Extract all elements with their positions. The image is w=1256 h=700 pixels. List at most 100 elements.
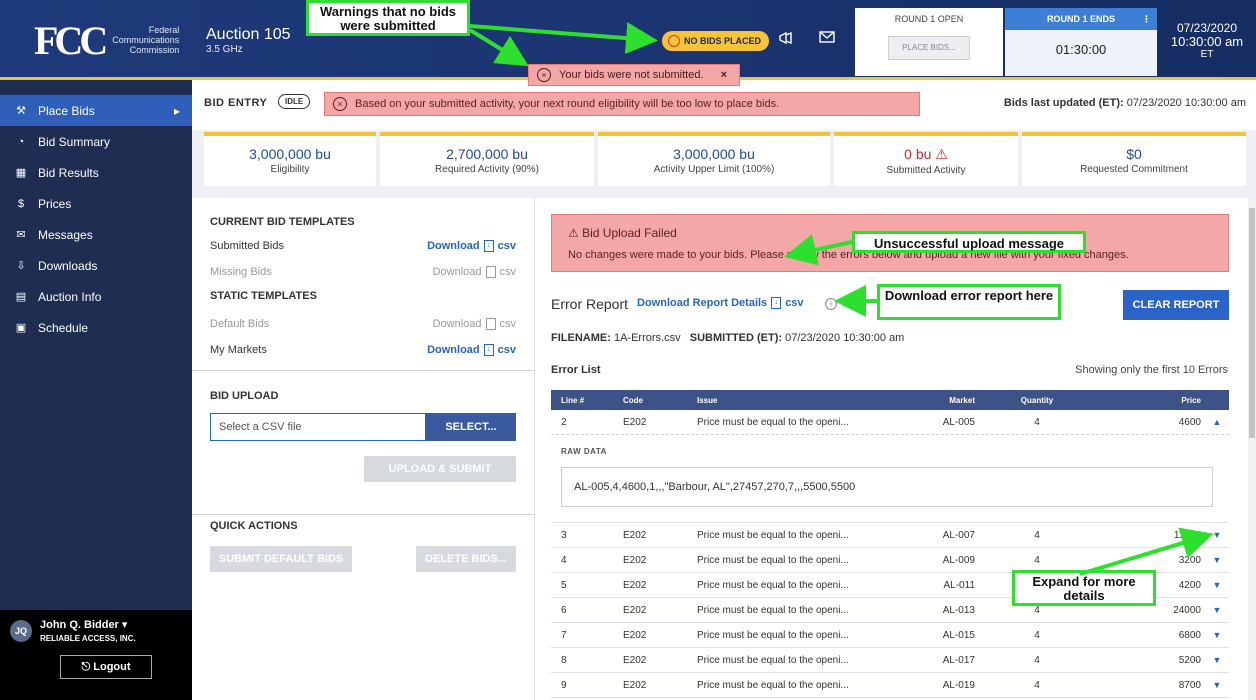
round-open-panel: ROUND 1 OPEN PLACE BIDS...: [855, 8, 1003, 76]
envelope-icon: ✉: [16, 229, 26, 241]
stat-submitted-activity: 0 bu ⚠ Submitted Activity: [834, 132, 1018, 186]
table-row[interactable]: 9 E202 Price must be equal to the openi...…: [551, 673, 1229, 698]
callout-upload-message: Unsuccessful upload message: [852, 231, 1086, 253]
stat-eligibility: 3,000,000 bu Eligibility: [204, 132, 376, 186]
table-row[interactable]: 2 E202 Price must be equal to the openi.…: [551, 410, 1229, 435]
current-clock: 07/23/2020 10:30:00 am ET: [1164, 22, 1250, 61]
expand-icon[interactable]: ▼: [1205, 605, 1229, 615]
calendar-icon: ▣: [15, 322, 27, 334]
close-icon[interactable]: ×: [721, 65, 727, 85]
warning-triangle-icon: ⚠: [935, 146, 948, 162]
gavel-icon: ⚒: [16, 105, 26, 117]
raw-data-panel: RAW DATA AL-005,4,4600,1,,,"Barbour, AL"…: [551, 435, 1229, 523]
status-badge: IDLE: [278, 94, 311, 109]
place-bids-header-button[interactable]: PLACE BIDS...: [888, 36, 970, 60]
sidebar-item-place-bids[interactable]: ⚒ Place Bids ▸: [0, 95, 192, 126]
download-markets-link[interactable]: Download ↓ csv: [427, 344, 516, 356]
scrollbar[interactable]: [1248, 198, 1256, 700]
sidebar: ⚒ Place Bids ▸ ◔ Bid Summary ▦ Bid Resul…: [0, 80, 192, 700]
envelope-icon[interactable]: [818, 31, 836, 45]
stats-row: 3,000,000 bu Eligibility 2,700,000 bu Re…: [204, 132, 1246, 186]
logout-button[interactable]: ⎋ Logout: [60, 655, 152, 679]
round-ends-label: ROUND 1 ENDS ⋮: [1005, 8, 1157, 30]
static-templates-title: STATIC TEMPLATES: [210, 290, 317, 302]
table-header: Line # Code Issue Market Quantity Price: [551, 390, 1229, 410]
sidebar-item-schedule[interactable]: ▣ Schedule: [0, 312, 192, 343]
download-missing-link: Download csv: [432, 266, 516, 278]
round-open-label: ROUND 1 OPEN: [894, 14, 964, 24]
template-default-bids: Default Bids Download csv: [210, 318, 516, 330]
eligibility-warning: × Based on your submitted activity, your…: [324, 92, 920, 116]
select-file-button[interactable]: SELECT...: [426, 413, 516, 441]
template-my-markets: My Markets Download ↓ csv: [210, 344, 516, 356]
error-report-panel: ⚠ Bid Upload Failed No changes were made…: [534, 198, 1248, 700]
summary-icon: ◔: [17, 135, 25, 148]
caret-right-icon: ▸: [173, 103, 180, 118]
auction-band: 3.5 GHz: [206, 44, 243, 55]
info-icon[interactable]: i: [825, 298, 837, 310]
expand-icon[interactable]: ▼: [1205, 580, 1229, 590]
fcc-logo[interactable]: FCC Federal Communications Commission: [34, 16, 184, 64]
stat-requested-commitment: $0 Requested Commitment: [1022, 132, 1246, 186]
info-icon: ▤: [15, 291, 27, 303]
download-report-link[interactable]: Download Report Details ↓ csv: [637, 297, 804, 309]
file-icon: [485, 266, 496, 278]
csv-file-input[interactable]: Select a CSV file: [210, 413, 426, 441]
chevron-down-icon: ▾: [121, 619, 128, 631]
more-options-icon[interactable]: ⋮: [1142, 8, 1151, 30]
main-content: BID ENTRY IDLE × Based on your submitted…: [192, 80, 1256, 700]
file-icon: [485, 318, 496, 330]
download-submitted-link[interactable]: Download ↓ csv: [427, 240, 516, 252]
clock-time: 10:30:00 am: [1170, 34, 1244, 49]
templates-panel: CURRENT BID TEMPLATES Submitted Bids Dow…: [192, 198, 534, 700]
bid-entry-bar: BID ENTRY IDLE × Based on your submitted…: [192, 80, 1256, 130]
callout-expand: Expand for more details: [1012, 570, 1156, 606]
error-circle-icon: ×: [333, 97, 347, 111]
sidebar-item-auction-info[interactable]: ▤ Auction Info: [0, 281, 192, 312]
sidebar-item-bid-summary[interactable]: ◔ Bid Summary: [0, 126, 192, 157]
error-count-note: Showing only the first 10 Errors: [1075, 364, 1228, 376]
collapse-icon[interactable]: ▲: [1205, 417, 1229, 427]
table-row[interactable]: 7 E202 Price must be equal to the openi...…: [551, 623, 1229, 648]
download-icon: ⇩: [16, 260, 26, 272]
user-menu[interactable]: John Q. Bidder ▾: [40, 618, 136, 631]
stat-required-activity: 2,700,000 bu Required Activity (90%): [380, 132, 594, 186]
quick-actions-title: QUICK ACTIONS: [210, 520, 298, 532]
dollar-icon: $: [17, 197, 25, 210]
file-download-icon: ↓: [483, 344, 494, 356]
callout-warnings: Warnings that no bids were submitted: [306, 0, 470, 36]
sidebar-item-bid-results[interactable]: ▦ Bid Results: [0, 157, 192, 188]
auction-title: Auction 105 3.5 GHz: [206, 26, 291, 55]
expand-icon[interactable]: ▼: [1205, 630, 1229, 640]
expand-icon[interactable]: ▼: [1205, 655, 1229, 665]
expand-icon[interactable]: ▼: [1205, 555, 1229, 565]
error-list-title: Error List: [551, 364, 601, 376]
file-download-icon: ↓: [483, 240, 494, 252]
round-ends-panel: ROUND 1 ENDS ⋮ 01:30:00: [1005, 8, 1157, 76]
file-info: FILENAME: 1A-Errors.csv SUBMITTED (ET): …: [551, 332, 905, 344]
clear-report-button[interactable]: CLEAR REPORT: [1123, 290, 1229, 320]
table-row[interactable]: 3 E202 Price must be equal to the openi...…: [551, 523, 1229, 548]
sidebar-item-prices[interactable]: $ Prices: [0, 188, 192, 219]
stat-activity-upper-limit: 3,000,000 bu Activity Upper Limit (100%): [598, 132, 830, 186]
expand-icon[interactable]: ▼: [1205, 680, 1229, 690]
results-icon: ▦: [15, 167, 27, 179]
delete-bids-button[interactable]: DELETE BIDS...: [416, 546, 516, 572]
auction-name: Auction 105: [206, 26, 291, 43]
expand-icon[interactable]: ▼: [1205, 530, 1229, 540]
megaphone-icon[interactable]: [777, 31, 795, 45]
download-default-link: Download csv: [432, 318, 516, 330]
sidebar-item-messages[interactable]: ✉ Messages: [0, 219, 192, 250]
bids-last-updated: Bids last updated (ET): 07/23/2020 10:30…: [1003, 97, 1246, 109]
template-missing-bids: Missing Bids Download csv: [210, 266, 516, 278]
user-panel: JQ John Q. Bidder ▾ RELIABLE ACCESS, INC…: [0, 610, 192, 700]
bid-entry-title: BID ENTRY: [204, 97, 268, 109]
submit-default-bids-button[interactable]: SUBMIT DEFAULT BIDS: [210, 546, 352, 572]
upload-submit-button[interactable]: UPLOAD & SUBMIT: [364, 456, 516, 482]
warning-triangle-icon: ⚠: [568, 226, 579, 240]
error-circle-icon: ×: [537, 68, 551, 82]
template-submitted-bids: Submitted Bids Download ↓ csv: [210, 240, 516, 252]
table-row[interactable]: 8 E202 Price must be equal to the openi...…: [551, 648, 1229, 673]
avatar: JQ: [10, 619, 32, 642]
sidebar-item-downloads[interactable]: ⇩ Downloads: [0, 250, 192, 281]
